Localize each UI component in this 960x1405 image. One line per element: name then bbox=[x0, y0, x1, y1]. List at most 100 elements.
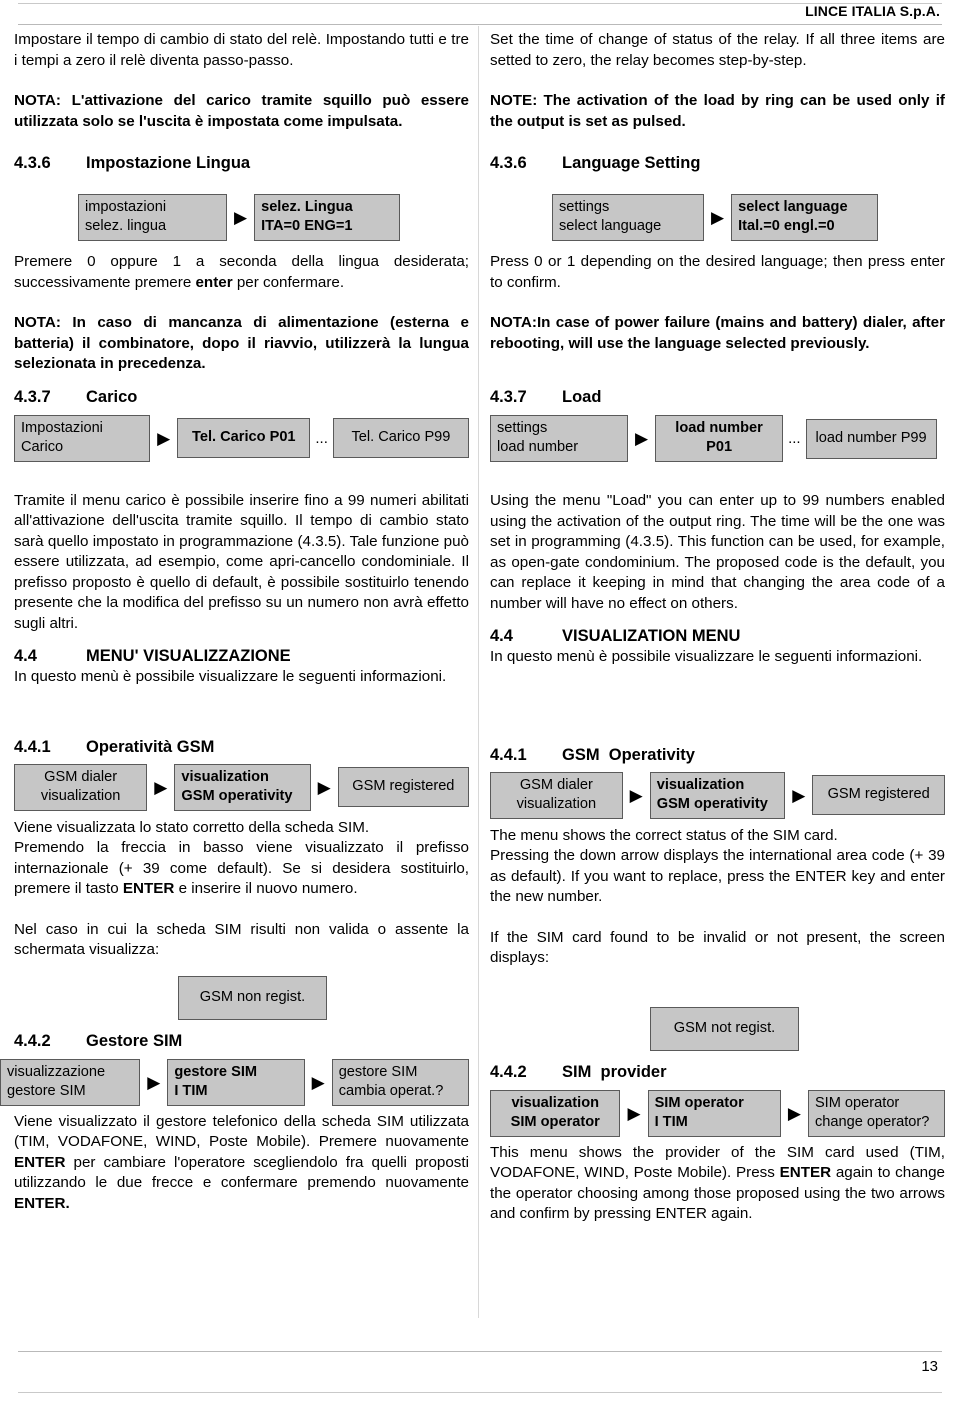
right-heading-442-title: SIM provider bbox=[562, 1062, 667, 1081]
arrow-right-icon: ▶ bbox=[317, 777, 331, 797]
left-sim-invalid-paragraph: Nel caso in cui la scheda SIM risulti no… bbox=[14, 920, 469, 959]
box-line-1: settings bbox=[497, 420, 548, 436]
box-line-1: visualization bbox=[181, 768, 269, 785]
right-column-english: Set the time of change of status of the … bbox=[490, 30, 945, 1225]
arrow-right-icon: ▶ bbox=[711, 208, 725, 227]
left-note-relay: NOTA: L'attivazione del carico tramite s… bbox=[14, 92, 469, 130]
left-diagram-load: Impostazioni Carico ▶ Tel. Carico P01 ..… bbox=[14, 414, 469, 462]
page-number: 13 bbox=[921, 1358, 938, 1375]
right-heading-437: 4.3.7 Load bbox=[490, 386, 945, 408]
right-diagram-load-ellipsis: ... bbox=[788, 430, 801, 447]
left-heading-44: 4.4 MENU' VISUALIZZAZIONE bbox=[14, 645, 469, 667]
left-heading-437: 4.3.7 Carico bbox=[14, 386, 469, 408]
right-diagram-sim-box-tim: SIM operator I TIM bbox=[647, 1089, 781, 1137]
right-heading-442: 4.4.2 SIM provider bbox=[490, 1061, 945, 1083]
arrow-right-icon: ▶ bbox=[792, 785, 806, 805]
right-heading-441-number: 4.4.1 bbox=[490, 745, 527, 764]
left-intro-paragraph: Impostare il tempo di cambio di stato de… bbox=[14, 31, 469, 69]
left-heading-437-number: 4.3.7 bbox=[14, 387, 51, 406]
right-sim-paragraph: This menu shows the provider of the SIM … bbox=[490, 1143, 945, 1225]
left-heading-436-number: 4.3.6 bbox=[14, 154, 51, 172]
arrow-right-icon: ▶ bbox=[234, 208, 248, 227]
right-heading-44-title: VISUALIZATION MENU bbox=[562, 627, 741, 645]
left-diagram-gsm-not-registered: GSM non regist. bbox=[14, 975, 469, 1020]
box-line-1: GSM dialer bbox=[44, 768, 118, 785]
left-heading-436: 4.3.6 Impostazione Lingua bbox=[14, 152, 469, 174]
left-heading-44-number: 4.4 bbox=[14, 647, 37, 665]
right-heading-442-number: 4.4.2 bbox=[490, 1062, 527, 1081]
box-line-2: GSM operativity bbox=[181, 787, 293, 804]
left-box-gsm-not-registered: GSM non regist. bbox=[178, 975, 327, 1020]
footer-rule-top bbox=[18, 1351, 942, 1352]
right-heading-436-number: 4.3.6 bbox=[490, 154, 527, 172]
right-heading-441: 4.4.1 GSM Operativity bbox=[490, 744, 945, 766]
right-heading-436: 4.3.6 Language Setting bbox=[490, 152, 945, 174]
left-diagram-sim-box-visual: visualizzazione gestore SIM bbox=[0, 1058, 141, 1106]
column-divider bbox=[478, 26, 479, 1318]
left-diagram-load-box-settings: Impostazioni Carico bbox=[14, 414, 151, 462]
left-diagram-gsm-box-registered: GSM registered bbox=[337, 767, 470, 807]
footer-rule-bottom bbox=[18, 1392, 942, 1393]
arrow-right-icon: ▶ bbox=[787, 1103, 801, 1123]
box-line-2: Ital.=0 engl.=0 bbox=[738, 218, 835, 234]
right-heading-441-title: GSM Operativity bbox=[562, 745, 695, 764]
box-line-2: Carico bbox=[21, 438, 64, 455]
header-rule-bottom bbox=[18, 24, 942, 25]
left-diagram-load-box-p01: Tel. Carico P01 bbox=[177, 418, 311, 458]
header-rule-top bbox=[18, 3, 942, 4]
box-line-2: change operator? bbox=[814, 1113, 930, 1130]
box-line-1: selez. Lingua bbox=[261, 199, 353, 215]
box-line-1: Impostazioni bbox=[21, 419, 103, 436]
box-line-1: gestore SIM bbox=[338, 1063, 418, 1080]
left-diagram-language-box-settings: impostazioni selez. lingua bbox=[78, 194, 227, 241]
box-line-2: SIM operator bbox=[510, 1113, 600, 1130]
sim-para-b2: ENTER. bbox=[14, 1194, 70, 1212]
left-heading-436-title: Impostazione Lingua bbox=[86, 154, 251, 172]
right-intro-paragraph: Set the time of change of status of the … bbox=[490, 31, 945, 69]
document-page: LINCE ITALIA S.p.A. Impostare il tempo d… bbox=[0, 0, 960, 1405]
left-language-paragraph: Premere 0 oppure 1 a seconda della lingu… bbox=[14, 252, 469, 293]
arrow-right-icon: ▶ bbox=[311, 1072, 325, 1092]
arrow-right-icon: ▶ bbox=[154, 777, 168, 797]
right-heading-44-number: 4.4 bbox=[490, 627, 513, 645]
right-heading-436-title: Language Setting bbox=[562, 154, 701, 172]
left-diagram-language: impostazioni selez. lingua ▶ selez. Ling… bbox=[14, 194, 469, 241]
left-heading-442: 4.4.2 Gestore SIM bbox=[14, 1030, 469, 1052]
box-line-2: gestore SIM bbox=[7, 1082, 86, 1099]
right-diagram-gsm-box-registered: GSM registered bbox=[812, 775, 945, 815]
box-line-2: selez. lingua bbox=[85, 218, 167, 234]
sim-para-b1: ENTER bbox=[14, 1153, 66, 1171]
right-gsm-paragraph: Pressing the down arrow displays the int… bbox=[490, 847, 945, 905]
right-diagram-load-box-settings: settings load number bbox=[490, 415, 628, 462]
sim-para-1: Viene visualizzato il gestore telefonico… bbox=[14, 1112, 469, 1151]
right-diagram-sim-box-change: SIM operator change operator? bbox=[807, 1089, 945, 1137]
left-diagram-sim-box-tim: gestore SIM I TIM bbox=[167, 1058, 305, 1106]
left-gsm-paragraph-line1: Viene visualizzata lo stato corretto del… bbox=[14, 818, 370, 836]
left-note-power: NOTA: In caso di mancanza di alimentazio… bbox=[14, 314, 469, 372]
right-note-power: NOTA:In case of power failure (mains and… bbox=[490, 314, 945, 352]
right-diagram-sim: visualization SIM operator ▶ SIM operato… bbox=[490, 1089, 945, 1137]
box-line-1: visualization bbox=[656, 776, 745, 793]
arrow-right-icon: ▶ bbox=[627, 1103, 641, 1123]
arrow-right-icon: ▶ bbox=[635, 429, 649, 448]
header-company-name: LINCE ITALIA S.p.A. bbox=[805, 3, 940, 19]
right-44-paragraph: In questo menù è possibile visualizzare … bbox=[490, 648, 923, 665]
left-diagram-gsm: GSM dialer visualization ▶ visualization… bbox=[14, 763, 470, 811]
left-diagram-gsm-box-dialer: GSM dialer visualization bbox=[14, 763, 148, 811]
left-column-italian: Impostare il tempo di cambio di stato de… bbox=[0, 30, 470, 1214]
box-line-2: ITA=0 ENG=1 bbox=[261, 218, 353, 234]
right-note-relay: NOTE: The activation of the load by ring… bbox=[490, 92, 945, 130]
right-diagram-language: settings select language ▶ select langua… bbox=[490, 194, 945, 241]
left-44-paragraph: In questo menù è possibile visualizzare … bbox=[14, 668, 447, 685]
box-line-1: GSM dialer bbox=[519, 776, 593, 793]
right-diagram-gsm-box-operativity: visualization GSM operativity bbox=[649, 771, 786, 819]
left-diagram-sim-box-change: gestore SIM cambia operat.? bbox=[331, 1058, 469, 1106]
lang-para-bold: enter bbox=[195, 273, 233, 291]
right-heading-437-title: Load bbox=[562, 388, 602, 406]
box-line-1: gestore SIM bbox=[174, 1063, 258, 1080]
box-line-2: load number bbox=[497, 439, 579, 455]
right-language-paragraph: Press 0 or 1 depending on the desired la… bbox=[490, 253, 945, 291]
arrow-right-icon: ▶ bbox=[147, 1072, 161, 1092]
left-heading-441: 4.4.1 Operatività GSM bbox=[14, 736, 469, 758]
right-diagram-load-box-p99: load number P99 bbox=[805, 418, 937, 459]
